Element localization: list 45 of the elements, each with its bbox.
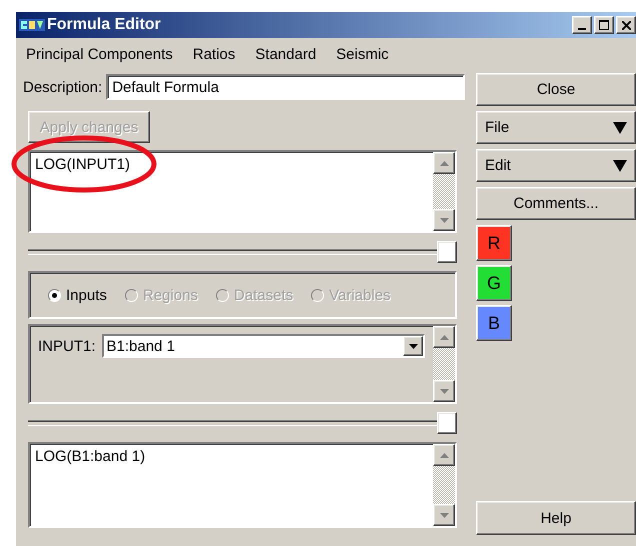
up-arrow-icon [440,160,448,166]
formula-field[interactable]: LOG(INPUT1) [28,150,457,233]
input-label: INPUT1: [38,338,96,354]
side-button[interactable]: Close [476,73,636,106]
scroll-down-button[interactable] [433,380,455,402]
scroll-up-button[interactable] [433,326,455,348]
close-icon [622,20,630,30]
help-button[interactable]: Help [476,501,636,535]
maximize-icon [599,20,609,30]
minimize-button[interactable] [572,16,592,34]
window-title: Formula Editor [47,16,161,34]
channel-button[interactable]: R [476,225,512,261]
app-logo-icon [19,17,45,33]
slider-thumb[interactable] [437,241,457,263]
input-dropdown[interactable]: B1:band 1 [102,334,425,358]
dropdown-arrow-icon [408,344,418,348]
dropdown-arrow-icon [613,160,627,172]
dropdown-arrow-icon [613,122,627,134]
down-arrow-icon [440,388,448,394]
menu-item[interactable]: Standard [254,46,318,63]
menu-item[interactable]: Ratios [192,46,236,63]
radio-label: Inputs [66,286,107,304]
menu-item[interactable]: Principal Components [25,46,174,63]
menu-item[interactable]: Seismic [335,46,390,63]
up-arrow-icon [440,334,448,340]
side-button[interactable]: Comments... [476,187,636,220]
scroll-down-button[interactable] [433,504,455,526]
close-button[interactable] [616,16,636,34]
channel-button[interactable]: B [476,305,512,341]
slider-thumb[interactable] [437,412,457,434]
scroll-up-button[interactable] [433,152,455,174]
description-field[interactable]: Default Formula [106,74,465,100]
menu-button[interactable]: File [476,111,636,144]
minimize-icon [578,28,586,30]
channel-button[interactable]: G [476,265,512,301]
scroll-down-button[interactable] [433,209,455,231]
down-arrow-icon [440,218,448,222]
scroll-up-button[interactable] [433,444,455,466]
menu-button[interactable]: Edit [476,149,636,182]
field-label: Description: [23,78,102,96]
up-arrow-icon [440,452,448,458]
maximize-button[interactable] [594,16,614,34]
radio-button[interactable] [48,288,61,302]
result-field: LOG(B1:band 1) [28,442,457,528]
down-arrow-icon [440,512,448,518]
